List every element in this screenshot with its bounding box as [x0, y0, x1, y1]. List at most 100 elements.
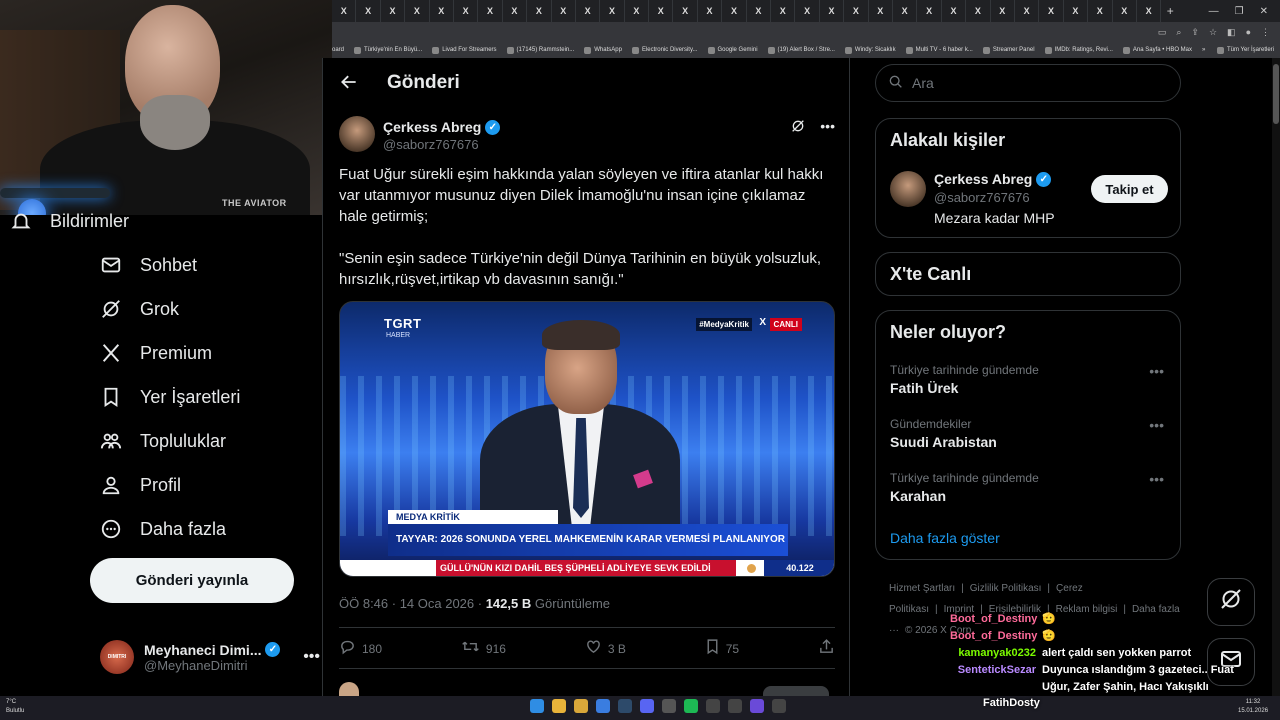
bookmark-item[interactable]: (17145) Rammstein... [506, 46, 574, 54]
app-icon[interactable] [728, 699, 742, 713]
bookmark-item[interactable]: Livad For Streamers [432, 46, 497, 54]
account-switcher[interactable]: DIMITRI Meyhaneci Dimi... ✓ @MeyhaneDimit… [100, 636, 320, 678]
browser-tab[interactable]: X [844, 0, 869, 22]
browser-tab[interactable]: X [454, 0, 479, 22]
more-horizontal-icon[interactable]: ••• [1149, 471, 1164, 487]
x-live-card[interactable]: X'te Canlı [875, 252, 1181, 296]
browser-tab[interactable]: X [1039, 0, 1064, 22]
nav-item-profil[interactable]: Profil [100, 470, 181, 500]
browser-tab[interactable]: X [405, 0, 430, 22]
browser-tab[interactable]: X [869, 0, 893, 22]
folder-icon[interactable] [574, 699, 588, 713]
browser-tab[interactable]: X [527, 0, 552, 22]
grok-icon[interactable] [790, 118, 806, 137]
chrome-icon[interactable] [552, 699, 566, 713]
browser-tab[interactable]: X [381, 0, 406, 22]
browser-tab[interactable]: X [503, 0, 528, 22]
nav-item-yer-i-şaretleri[interactable]: Yer İşaretleri [100, 382, 240, 412]
nav-item-sohbet[interactable]: Sohbet [100, 250, 197, 280]
zoom-icon[interactable]: ⌕ [1176, 27, 1181, 38]
browser-tab[interactable]: X [966, 0, 991, 22]
trend-item[interactable]: Türkiye tarihinde gündemde Fatih Ürek ••• [890, 363, 1170, 396]
browser-tab[interactable]: X [430, 0, 454, 22]
minimize-icon[interactable]: — [1209, 6, 1219, 17]
post-button[interactable]: Gönderi yayınla [90, 558, 294, 603]
close-icon[interactable]: ✕ [1260, 6, 1268, 17]
browser-tab[interactable]: X [332, 0, 357, 22]
cast-icon[interactable]: ▭ [1158, 27, 1167, 38]
browser-tab[interactable]: X [478, 0, 503, 22]
browser-tab[interactable]: X [795, 0, 820, 22]
browser-tab[interactable]: X [1064, 0, 1089, 22]
share-button[interactable] [818, 638, 835, 660]
tweet-author[interactable]: Çerkess Abreg ✓ @saborz767676 [339, 116, 501, 152]
bookmark-item[interactable]: Streamer Panel [982, 46, 1035, 54]
menu-icon[interactable]: ⋮ [1261, 27, 1270, 38]
like-button[interactable]: 3 B [585, 638, 626, 660]
search-input[interactable] [912, 75, 1152, 91]
maximize-icon[interactable]: ❐ [1235, 6, 1244, 17]
more-horizontal-icon[interactable]: ••• [1149, 417, 1164, 433]
extension-icon[interactable]: ◧ [1227, 27, 1236, 38]
footer-link[interactable]: Gizlilik Politikası [970, 583, 1042, 594]
author-avatar[interactable] [339, 116, 375, 152]
nav-item-grok[interactable]: Grok [100, 294, 179, 324]
spotify-icon[interactable] [684, 699, 698, 713]
bookmark-item[interactable]: (19) Alert Box / Stre... [767, 46, 835, 54]
app-icon[interactable] [706, 699, 720, 713]
new-tab-button[interactable]: + [1161, 4, 1179, 18]
browser-tab[interactable]: X [698, 0, 723, 22]
tweet-video[interactable]: TGRT HABER #MedyaKritik X CANLI MEDYA KR… [339, 301, 835, 577]
tweet-timestamp[interactable]: ÖÖ 8:46 · 14 Oca 2026 · [339, 596, 486, 611]
bookmark-item[interactable]: Multi TV - 6 haber k... [905, 46, 973, 54]
related-user-handle[interactable]: @saborz767676 [934, 190, 1055, 205]
bookmarks-overflow-button[interactable]: » [1202, 47, 1205, 53]
browser-tab[interactable]: X [942, 0, 967, 22]
browser-tab[interactable]: X [991, 0, 1015, 22]
obs-icon[interactable] [772, 699, 786, 713]
bookmark-item[interactable]: Windy: Sicaklık [844, 46, 896, 54]
browser-tab[interactable]: X [747, 0, 772, 22]
bookmark-item[interactable]: Electronic Diversity... [631, 46, 698, 54]
browser-tab[interactable]: X [576, 0, 601, 22]
browser-tab[interactable]: X [1015, 0, 1040, 22]
nav-item-topluluklar[interactable]: Topluluklar [100, 426, 226, 456]
browser-tab[interactable]: X [1088, 0, 1113, 22]
browser-tab[interactable]: X [625, 0, 650, 22]
trend-item[interactable]: Türkiye tarihinde gündemde Karahan ••• [890, 471, 1170, 504]
browser-tab[interactable]: X [356, 0, 381, 22]
more-horizontal-icon[interactable]: ••• [303, 648, 320, 666]
browser-tab[interactable]: X [649, 0, 674, 22]
footer-link[interactable]: Hizmet Şartları [889, 583, 955, 594]
bookmark-button[interactable]: 75 [705, 638, 739, 660]
follow-button[interactable]: Takip et [1091, 175, 1168, 203]
browser-tab[interactable]: X [893, 0, 918, 22]
app-icon[interactable] [750, 699, 764, 713]
browser-tab[interactable]: X [771, 0, 796, 22]
reply-button[interactable]: 180 [339, 638, 382, 660]
back-arrow-icon[interactable] [339, 72, 361, 94]
share-icon[interactable]: ⇪ [1191, 27, 1199, 38]
nav-item-daha-fazla[interactable]: Daha fazla [100, 514, 226, 544]
star-icon[interactable]: ☆ [1209, 27, 1217, 38]
browser-tab[interactable]: X [820, 0, 845, 22]
browser-tab[interactable]: X [1113, 0, 1137, 22]
browser-tab[interactable]: X [1137, 0, 1162, 22]
browser-tab[interactable]: X [722, 0, 747, 22]
more-horizontal-icon[interactable]: ••• [820, 118, 835, 137]
author-display-name[interactable]: Çerkess Abreg ✓ [383, 119, 501, 135]
scrollbar-thumb[interactable] [1273, 64, 1279, 124]
weather-widget[interactable]: 7°C Bulutlu [6, 698, 24, 716]
show-more-link[interactable]: Daha fazla göster [890, 530, 1000, 546]
author-handle[interactable]: @saborz767676 [383, 137, 500, 152]
repost-button[interactable]: 916 [461, 638, 506, 660]
steam-icon[interactable] [618, 699, 632, 713]
discord-icon[interactable] [640, 699, 654, 713]
bookmark-item[interactable]: oard [332, 47, 344, 53]
start-icon[interactable] [530, 699, 544, 713]
bookmark-item[interactable]: IMDb: Ratings, Revi... [1044, 46, 1113, 54]
trend-item[interactable]: Gündemdekiler Suudi Arabistan ••• [890, 417, 1170, 450]
related-user-display-name[interactable]: Çerkess Abreg ✓ [934, 171, 1055, 187]
related-user-avatar[interactable] [890, 171, 926, 207]
all-bookmarks-link[interactable]: Tüm Yer İşaretleri [1216, 46, 1280, 54]
